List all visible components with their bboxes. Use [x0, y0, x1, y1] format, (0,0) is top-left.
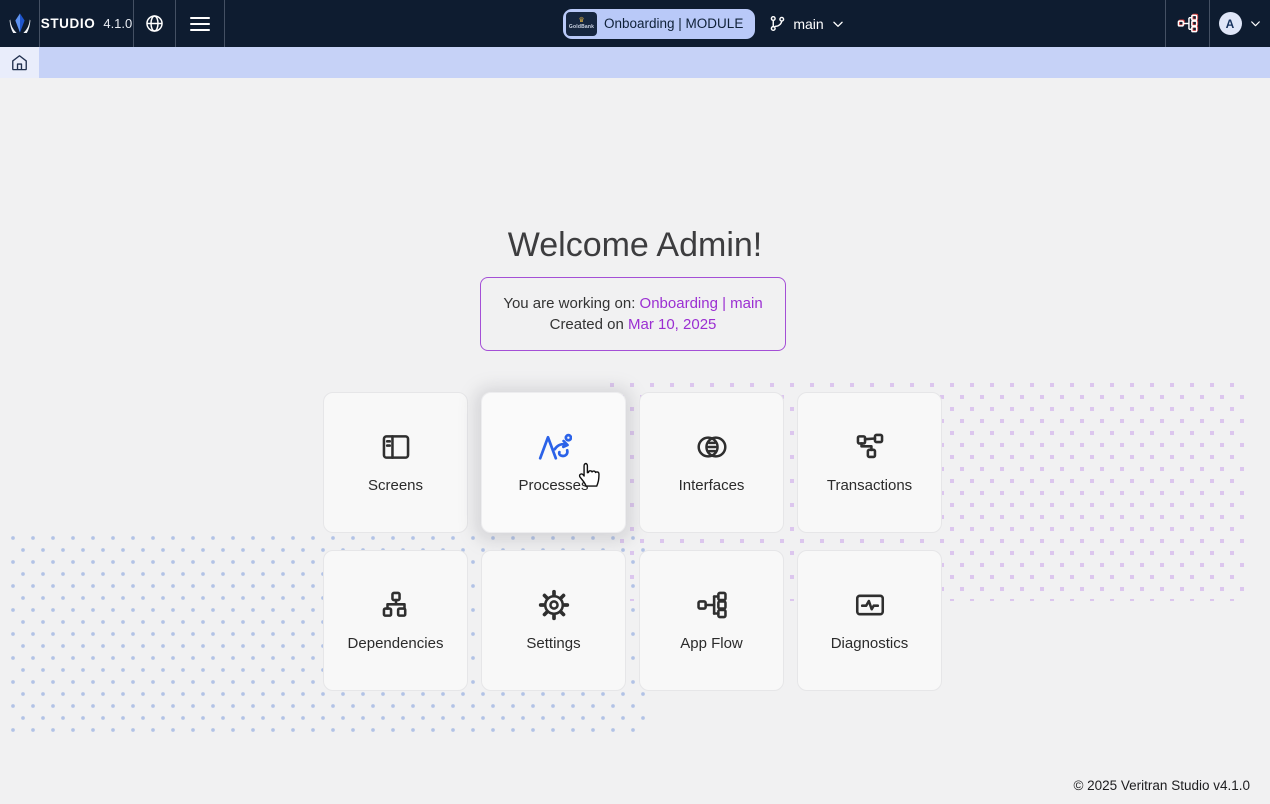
card-label: Screens — [367, 477, 424, 494]
working-on-line: You are working on: Onboarding | main — [503, 295, 763, 312]
settings-icon — [537, 587, 571, 623]
brand-version: 4.1.0 — [103, 16, 133, 31]
card-dependencies[interactable]: Dependencies — [323, 550, 468, 691]
module-card-grid: Screens Processes Interfaces Transaction… — [323, 392, 942, 691]
copyright-text: © 2025 Veritran Studio v4.1.0 — [1073, 778, 1250, 793]
home-tab[interactable] — [0, 47, 39, 78]
brand-name: STUDIO — [40, 16, 96, 31]
chevron-down-icon — [1250, 21, 1260, 27]
sitemap-icon — [1177, 13, 1199, 33]
home-icon — [12, 55, 27, 71]
app-structure-button[interactable] — [1165, 0, 1210, 47]
card-app-flow[interactable]: App Flow — [639, 550, 784, 691]
processes-icon — [536, 429, 572, 465]
project-label: Onboarding | MODULE — [604, 16, 744, 31]
card-interfaces[interactable]: Interfaces — [639, 392, 784, 533]
chevron-down-icon — [832, 21, 843, 27]
breadcrumb-bar — [0, 47, 1270, 78]
veritran-logo[interactable] — [0, 0, 40, 47]
card-label: App Flow — [680, 635, 743, 652]
card-label: Transactions — [826, 477, 913, 494]
project-selector[interactable]: ♛ GoldBank Onboarding | MODULE — [563, 8, 756, 39]
navbar-right: A — [1165, 0, 1270, 47]
dependencies-icon — [379, 587, 413, 623]
app-flow-icon — [695, 587, 729, 623]
card-processes[interactable]: Processes — [481, 392, 626, 533]
card-label: Dependencies — [347, 635, 444, 652]
screens-icon — [379, 429, 413, 465]
language-globe-button[interactable] — [134, 0, 176, 47]
workspace-link[interactable]: Onboarding | main — [640, 295, 763, 312]
card-settings[interactable]: Settings — [481, 550, 626, 691]
created-on-line: Created on Mar 10, 2025 — [549, 316, 717, 333]
avatar: A — [1218, 12, 1242, 35]
globe-icon — [146, 15, 163, 32]
user-menu[interactable]: A — [1210, 0, 1270, 47]
card-diagnostics[interactable]: Diagnostics — [797, 550, 942, 691]
card-label: Settings — [526, 635, 581, 652]
workspace-info-box: You are working on: Onboarding | main Cr… — [480, 277, 786, 351]
interfaces-icon — [694, 429, 730, 465]
card-label: Processes — [518, 477, 589, 494]
veritran-studio-app: STUDIO 4.1.0 ♛ GoldBank Onboarding | MOD… — [0, 0, 1270, 804]
diagnostics-icon — [853, 587, 887, 623]
transactions-icon — [853, 429, 887, 465]
main-content: Welcome Admin! You are working on: Onboa… — [0, 78, 1270, 804]
card-label: Diagnostics — [830, 635, 909, 652]
veritran-logo-icon — [9, 13, 30, 33]
card-screens[interactable]: Screens — [323, 392, 468, 533]
branch-name: main — [793, 15, 824, 32]
page-title: Welcome Admin! — [507, 226, 763, 264]
branch-selector[interactable]: main — [769, 15, 844, 32]
goldbank-logo: ♛ GoldBank — [566, 11, 597, 36]
navbar-center: ♛ GoldBank Onboarding | MODULE main — [563, 0, 845, 47]
created-date: Mar 10, 2025 — [628, 316, 717, 333]
main-menu-button[interactable] — [176, 0, 225, 47]
git-branch-icon — [771, 15, 785, 32]
top-navbar: STUDIO 4.1.0 ♛ GoldBank Onboarding | MOD… — [0, 0, 1270, 47]
hamburger-icon — [190, 16, 210, 31]
card-label: Interfaces — [678, 477, 745, 494]
card-transactions[interactable]: Transactions — [797, 392, 942, 533]
brand-block: STUDIO 4.1.0 — [40, 0, 134, 47]
